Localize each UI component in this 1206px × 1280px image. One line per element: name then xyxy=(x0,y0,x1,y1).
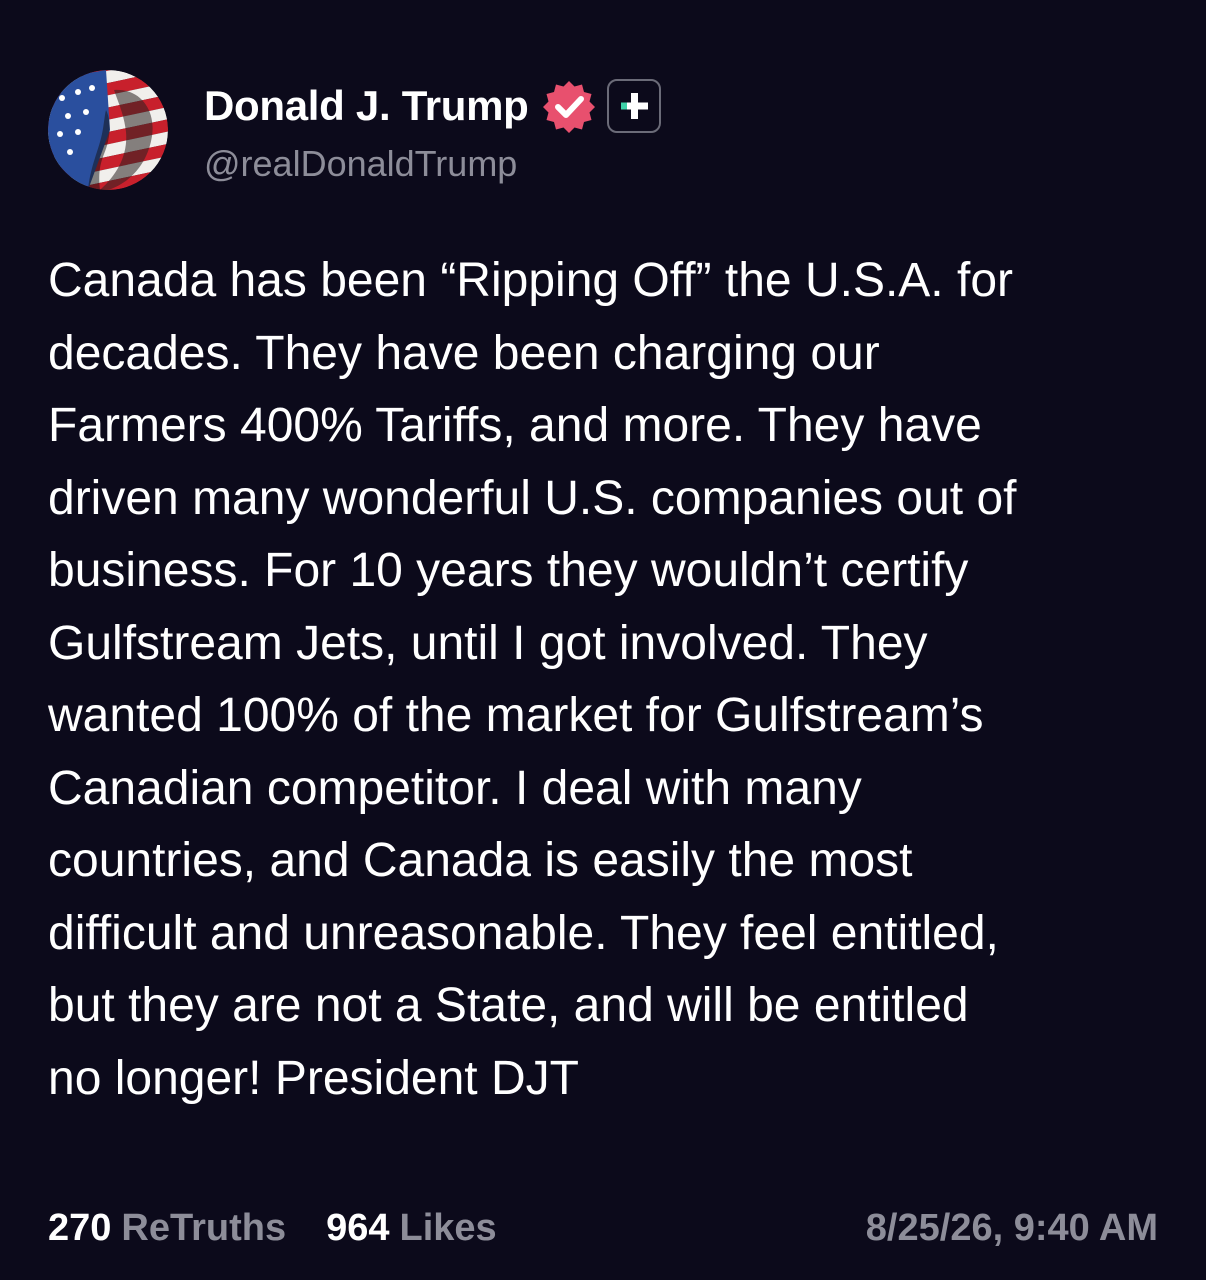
likes-stat[interactable]: 964 Likes xyxy=(326,1207,497,1250)
post-line: but they are not a State, and will be en… xyxy=(48,979,969,1032)
post-line: no longer! President DJT xyxy=(48,1051,579,1105)
post-line: Farmers 400% Tariffs, and more. They hav… xyxy=(48,399,982,452)
post-line: countries, and Canada is easily the most xyxy=(48,834,913,887)
author-name-row: Donald J. Trump xyxy=(204,78,661,134)
post-line: business. For 10 years they wouldn’t cer… xyxy=(48,544,969,597)
retruths-stat[interactable]: 270 ReTruths xyxy=(48,1207,286,1250)
avatar-image xyxy=(48,70,168,190)
display-name[interactable]: Donald J. Trump xyxy=(204,82,529,130)
likes-count: 964 xyxy=(326,1206,390,1249)
post-timestamp[interactable]: 8/25/26, 9:40 AM xyxy=(866,1207,1158,1250)
likes-label: Likes xyxy=(399,1206,497,1249)
verified-checkmark-icon xyxy=(541,78,597,134)
post-body: Canada has been “Ripping Off” the U.S.A.… xyxy=(48,245,1168,1115)
post-line: Canada has been “Ripping Off” the U.S.A.… xyxy=(48,254,1013,307)
post-footer: 270 ReTruths 964 Likes 8/25/26, 9:40 AM xyxy=(48,1203,1158,1253)
post-line: difficult and unreasonable. They feel en… xyxy=(48,906,999,960)
truth-post: Donald J. Trump @realDonaldTrump Canada … xyxy=(0,0,1206,1280)
retruths-label: ReTruths xyxy=(121,1206,287,1249)
post-line: wanted 100% of the market for Gulfstream… xyxy=(48,689,984,742)
avatar[interactable] xyxy=(48,70,168,190)
post-line: driven many wonderful U.S. companies out… xyxy=(48,471,1017,525)
retruths-count: 270 xyxy=(48,1206,112,1249)
post-line: Canadian competitor. I deal with many xyxy=(48,761,862,815)
author-handle[interactable]: @realDonaldTrump xyxy=(204,143,517,185)
post-line: Gulfstream Jets, until I got involved. T… xyxy=(48,616,928,670)
plus-icon[interactable] xyxy=(606,79,661,133)
post-line: decades. They have been charging our xyxy=(48,326,880,380)
